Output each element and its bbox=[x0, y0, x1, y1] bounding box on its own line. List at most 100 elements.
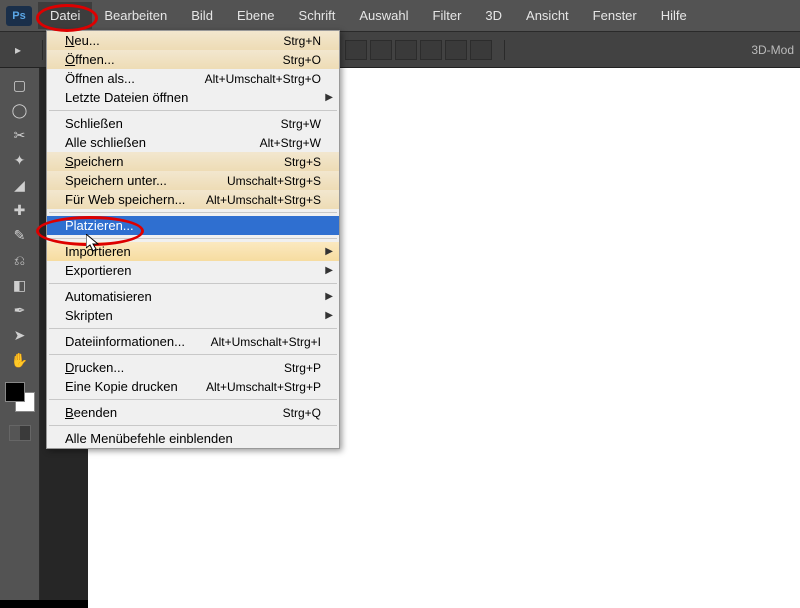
menu-item-shortcut: Strg+P bbox=[284, 361, 321, 375]
menu-separator bbox=[49, 399, 337, 400]
quickmask-toggle[interactable] bbox=[9, 425, 31, 441]
distribute-icon[interactable] bbox=[370, 40, 392, 60]
eraser-tool-icon[interactable]: ◧ bbox=[7, 274, 33, 296]
marquee-tool-icon[interactable]: ▢ bbox=[7, 74, 33, 96]
submenu-arrow-icon: ▶ bbox=[325, 246, 333, 257]
menu-item[interactable]: Letzte Dateien öffnen ▶ bbox=[47, 88, 339, 107]
menu-item[interactable]: Öffnen... Strg+O bbox=[47, 50, 339, 69]
menu-item-label: Öffnen... bbox=[65, 52, 115, 67]
color-swatches[interactable] bbox=[5, 382, 35, 412]
menu-item-label: Alle Menübefehle einblenden bbox=[65, 431, 233, 446]
arrow-tool-icon[interactable]: ➤ bbox=[7, 324, 33, 346]
menu-item[interactable]: Skripten ▶ bbox=[47, 306, 339, 325]
menu-item-shortcut: Alt+Umschalt+Strg+I bbox=[211, 335, 321, 349]
menu-item[interactable]: Speichern unter... Umschalt+Strg+S bbox=[47, 171, 339, 190]
menu-item-shortcut: Alt+Umschalt+Strg+P bbox=[206, 380, 321, 394]
menu-item-label: Speichern bbox=[65, 154, 124, 169]
menu-item-shortcut: Alt+Umschalt+Strg+O bbox=[205, 72, 321, 86]
menubar-item-fenster[interactable]: Fenster bbox=[581, 2, 649, 29]
distribute-icons bbox=[345, 40, 492, 60]
menu-item-shortcut: Umschalt+Strg+S bbox=[227, 174, 321, 188]
heal-tool-icon[interactable]: ✚ bbox=[7, 199, 33, 221]
menu-item-label: Alle schließen bbox=[65, 135, 146, 150]
menu-item[interactable]: Speichern Strg+S bbox=[47, 152, 339, 171]
tool-palette: ▢ ◯ ✂ ✦ ◢ ✚ ✎ ⎌ ◧ ✒ ➤ ✋ bbox=[0, 68, 40, 600]
distribute-icon[interactable] bbox=[345, 40, 367, 60]
menu-item[interactable]: Alle Menübefehle einblenden bbox=[47, 429, 339, 448]
menu-item[interactable]: Dateiinformationen... Alt+Umschalt+Strg+I bbox=[47, 332, 339, 351]
menu-item-label: Neu... bbox=[65, 33, 100, 48]
menu-item[interactable]: Automatisieren▶ bbox=[47, 287, 339, 306]
menu-item-shortcut: Alt+Strg+W bbox=[260, 136, 321, 150]
distribute-icon[interactable] bbox=[470, 40, 492, 60]
pen-tool-icon[interactable]: ✒ bbox=[7, 299, 33, 321]
distribute-icon[interactable] bbox=[395, 40, 417, 60]
file-menu-dropdown: Neu... Strg+N Öffnen... Strg+O Öffnen als...… bbox=[46, 30, 340, 449]
menu-item-label: Öffnen als... bbox=[65, 71, 135, 86]
menubar-item-auswahl[interactable]: Auswahl bbox=[347, 2, 420, 29]
move-tool-icon[interactable]: ▸ bbox=[6, 38, 30, 62]
menubar-item-bild[interactable]: Bild bbox=[179, 2, 225, 29]
menu-item[interactable]: Importieren ▶ bbox=[47, 242, 339, 261]
foreground-color-swatch[interactable] bbox=[5, 382, 25, 402]
menu-item[interactable]: Exportieren ▶ bbox=[47, 261, 339, 280]
menu-item-shortcut: Strg+Q bbox=[283, 406, 321, 420]
menubar-item-bearbeiten[interactable]: Bearbeiten bbox=[92, 2, 179, 29]
menu-item-label: Drucken... bbox=[65, 360, 124, 375]
menu-item[interactable]: Öffnen als... Alt+Umschalt+Strg+O bbox=[47, 69, 339, 88]
menu-separator bbox=[49, 328, 337, 329]
lasso-tool-icon[interactable]: ◯ bbox=[7, 99, 33, 121]
submenu-arrow-icon: ▶ bbox=[325, 92, 333, 103]
menubar-item-ansicht[interactable]: Ansicht bbox=[514, 2, 581, 29]
submenu-arrow-icon: ▶ bbox=[325, 310, 333, 321]
menu-item-label: Exportieren bbox=[65, 263, 131, 278]
menu-item[interactable]: Für Web speichern... Alt+Umschalt+Strg+S bbox=[47, 190, 339, 209]
submenu-arrow-icon: ▶ bbox=[325, 265, 333, 276]
menu-item-label: Beenden bbox=[65, 405, 117, 420]
menu-item-shortcut: Alt+Umschalt+Strg+S bbox=[206, 193, 321, 207]
menu-item-label: Schließen bbox=[65, 116, 123, 131]
menu-separator bbox=[49, 212, 337, 213]
eyedropper-tool-icon[interactable]: ◢ bbox=[7, 174, 33, 196]
menu-item[interactable]: Eine Kopie drucken Alt+Umschalt+Strg+P bbox=[47, 377, 339, 396]
menu-item[interactable]: Schließen Strg+W bbox=[47, 114, 339, 133]
menu-item[interactable]: Beenden Strg+Q bbox=[47, 403, 339, 422]
menubar: Ps DateiBearbeitenBildEbeneSchriftAuswah… bbox=[0, 0, 800, 32]
menu-item-label: Letzte Dateien öffnen bbox=[65, 90, 188, 105]
menu-item-label: Eine Kopie drucken bbox=[65, 379, 178, 394]
menu-item-label: Importieren bbox=[65, 244, 131, 259]
menu-item-label: Für Web speichern... bbox=[65, 192, 185, 207]
menu-separator bbox=[49, 238, 337, 239]
menu-item-label: Automatisieren bbox=[65, 289, 152, 304]
app-logo: Ps bbox=[6, 6, 32, 26]
menu-item-label: Dateiinformationen... bbox=[65, 334, 185, 349]
clone-tool-icon[interactable]: ⎌ bbox=[7, 249, 33, 271]
menu-item-label: Platzieren... bbox=[65, 218, 134, 233]
menubar-item-schrift[interactable]: Schrift bbox=[287, 2, 348, 29]
wand-tool-icon[interactable]: ✦ bbox=[7, 149, 33, 171]
menu-separator bbox=[49, 110, 337, 111]
menu-separator bbox=[49, 425, 337, 426]
crop-tool-icon[interactable]: ✂ bbox=[7, 124, 33, 146]
distribute-icon[interactable] bbox=[445, 40, 467, 60]
menubar-item-datei[interactable]: Datei bbox=[38, 2, 92, 29]
menu-item-label: Speichern unter... bbox=[65, 173, 167, 188]
menubar-item-filter[interactable]: Filter bbox=[421, 2, 474, 29]
menu-item-shortcut: Strg+S bbox=[284, 155, 321, 169]
menu-item-shortcut: Strg+N bbox=[283, 34, 321, 48]
mode-3d-label[interactable]: 3D-Mod bbox=[751, 43, 794, 57]
menu-item[interactable]: Alle schließen Alt+Strg+W bbox=[47, 133, 339, 152]
menu-item[interactable]: Neu... Strg+N bbox=[47, 31, 339, 50]
hand-tool-icon[interactable]: ✋ bbox=[7, 349, 33, 371]
menu-item-label: Skripten bbox=[65, 308, 113, 323]
brush-tool-icon[interactable]: ✎ bbox=[7, 224, 33, 246]
menu-item-shortcut: Strg+O bbox=[283, 53, 321, 67]
menu-item[interactable]: Drucken... Strg+P bbox=[47, 358, 339, 377]
distribute-icon[interactable] bbox=[420, 40, 442, 60]
menubar-item-hilfe[interactable]: Hilfe bbox=[649, 2, 699, 29]
menu-item-shortcut: Strg+W bbox=[281, 117, 321, 131]
menu-separator bbox=[49, 283, 337, 284]
menubar-item-ebene[interactable]: Ebene bbox=[225, 2, 287, 29]
menu-item[interactable]: Platzieren... bbox=[47, 216, 339, 235]
menubar-item-3d[interactable]: 3D bbox=[473, 2, 514, 29]
